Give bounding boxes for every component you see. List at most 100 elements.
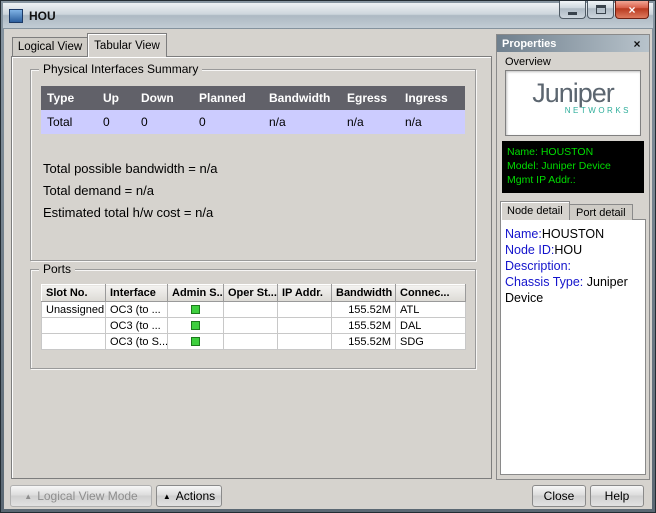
properties-titlebar: Properties × [497, 35, 649, 52]
ports-col-bandwidth[interactable]: Bandwidth [332, 285, 396, 302]
logical-view-mode-label: Logical View Mode [37, 489, 138, 503]
logical-view-mode-button[interactable]: ▲ Logical View Mode [10, 485, 152, 507]
tab-port-detail[interactable]: Port detail [569, 204, 633, 220]
tab-port-detail-label: Port detail [576, 207, 626, 219]
pi-col-planned[interactable]: Planned [193, 86, 263, 110]
port-bandwidth[interactable]: 155.52M [332, 318, 396, 334]
port-admin-status[interactable] [168, 318, 224, 334]
pi-col-egress[interactable]: Egress [341, 86, 399, 110]
note-total-demand: Total demand = n/a [43, 180, 218, 202]
close-button[interactable]: Close [532, 485, 586, 507]
window-titlebar[interactable]: HOU [3, 3, 653, 28]
app-window: HOU × Logical View Tabular View Physical… [0, 0, 656, 513]
actions-button[interactable]: ▲ Actions [156, 485, 222, 507]
port-oper-status[interactable] [224, 302, 278, 318]
pi-total-up[interactable]: 0 [97, 110, 135, 134]
port-ip[interactable] [278, 318, 332, 334]
overview-line-model: Model: Juniper Device [507, 159, 639, 173]
note-estimated-cost: Estimated total h/w cost = n/a [43, 202, 218, 224]
minimize-button[interactable] [559, 1, 586, 19]
maximize-button[interactable] [587, 1, 614, 19]
ports-col-slot[interactable]: Slot No. [42, 285, 106, 302]
port-bandwidth[interactable]: 155.52M [332, 334, 396, 350]
help-label: Help [605, 489, 630, 503]
port-oper-status[interactable] [224, 334, 278, 350]
device-overview-box: Name: HOUSTON Model: Juniper Device Mgmt… [502, 141, 644, 193]
minimize-icon [568, 12, 577, 15]
overview-line-mgmt-ip: Mgmt IP Addr.: [507, 173, 639, 187]
physical-interfaces-table: Type Up Down Planned Bandwidth Egress In… [41, 86, 465, 134]
port-ip[interactable] [278, 334, 332, 350]
port-slot[interactable] [42, 318, 106, 334]
ports-col-interface[interactable]: Interface [106, 285, 168, 302]
pi-total-planned[interactable]: 0 [193, 110, 263, 134]
port-oper-status[interactable] [224, 318, 278, 334]
help-button[interactable]: Help [590, 485, 644, 507]
maximize-icon [596, 5, 606, 14]
pi-col-ingress[interactable]: Ingress [399, 86, 465, 110]
window-title: HOU [29, 9, 56, 23]
ports-col-ip[interactable]: IP Addr. [278, 285, 332, 302]
port-bandwidth[interactable]: 155.52M [332, 302, 396, 318]
port-interface[interactable]: OC3 (to ... [106, 302, 168, 318]
port-ip[interactable] [278, 302, 332, 318]
app-icon [9, 9, 23, 23]
properties-panel: Properties × Overview Juniper NETWORKS N… [496, 34, 650, 480]
port-connec[interactable]: SDG [396, 334, 466, 350]
port-interface[interactable]: OC3 (to ... [106, 318, 168, 334]
arrow-up-icon: ▲ [24, 492, 32, 501]
port-row[interactable]: OC3 (to ... 155.52M DAL [42, 318, 466, 334]
actions-label: Actions [176, 489, 215, 503]
port-connec[interactable]: ATL [396, 302, 466, 318]
juniper-logo-name: Juniper [506, 78, 640, 109]
properties-title: Properties [502, 38, 556, 50]
tab-tabular-view[interactable]: Tabular View [87, 33, 167, 57]
detail-line-chassis-type: Chassis Type: Juniper Device [505, 274, 641, 306]
pi-col-up[interactable]: Up [97, 86, 135, 110]
note-total-bandwidth: Total possible bandwidth = n/a [43, 158, 218, 180]
pi-col-bandwidth[interactable]: Bandwidth [263, 86, 341, 110]
ports-col-admin[interactable]: Admin S... [168, 285, 224, 302]
ports-title: Ports [39, 262, 75, 276]
port-interface[interactable]: OC3 (to S... [106, 334, 168, 350]
arrow-up-icon: ▲ [163, 492, 171, 501]
tab-node-detail[interactable]: Node detail [500, 201, 570, 220]
pi-total-type[interactable]: Total [41, 110, 97, 134]
port-row[interactable]: Unassigned OC3 (to ... 155.52M ATL [42, 302, 466, 318]
ports-header-row: Slot No. Interface Admin S... Oper St...… [42, 285, 466, 302]
ports-col-oper[interactable]: Oper St... [224, 285, 278, 302]
admin-status-up-icon [191, 305, 200, 314]
tab-tabular-label: Tabular View [94, 40, 160, 52]
node-detail-panel: Name:HOUSTON Node ID:HOU Description: Ch… [500, 219, 646, 475]
close-window-button[interactable]: × [615, 1, 649, 19]
pi-col-type[interactable]: Type [41, 86, 97, 110]
pi-total-bandwidth[interactable]: n/a [263, 110, 341, 134]
juniper-logo-networks: NETWORKS [506, 106, 631, 115]
tab-node-detail-label: Node detail [507, 205, 563, 217]
properties-close-button[interactable]: × [630, 37, 644, 51]
port-admin-status[interactable] [168, 302, 224, 318]
pi-header-row: Type Up Down Planned Bandwidth Egress In… [41, 86, 465, 110]
pi-col-down[interactable]: Down [135, 86, 193, 110]
overview-line-name: Name: HOUSTON [507, 145, 639, 159]
overview-label: Overview [505, 56, 551, 68]
port-admin-status[interactable] [168, 334, 224, 350]
port-row[interactable]: OC3 (to S... 155.52M SDG [42, 334, 466, 350]
detail-line-description: Description: [505, 258, 641, 274]
admin-status-up-icon [191, 337, 200, 346]
tabular-view-panel: Physical Interfaces Summary Type Up Down… [11, 56, 492, 479]
pi-total-down[interactable]: 0 [135, 110, 193, 134]
port-slot[interactable]: Unassigned [42, 302, 106, 318]
pi-total-row[interactable]: Total 0 0 0 n/a n/a n/a [41, 110, 465, 134]
pi-total-egress[interactable]: n/a [341, 110, 399, 134]
physical-interfaces-group: Physical Interfaces Summary Type Up Down… [30, 69, 476, 261]
port-slot[interactable] [42, 334, 106, 350]
ports-table: Slot No. Interface Admin S... Oper St...… [41, 284, 466, 350]
close-label: Close [544, 489, 575, 503]
tab-logical-view[interactable]: Logical View [12, 37, 88, 56]
window-content: Logical View Tabular View Physical Inter… [4, 29, 652, 509]
close-icon: × [628, 4, 635, 16]
ports-col-connec[interactable]: Connec... [396, 285, 466, 302]
pi-total-ingress[interactable]: n/a [399, 110, 465, 134]
port-connec[interactable]: DAL [396, 318, 466, 334]
